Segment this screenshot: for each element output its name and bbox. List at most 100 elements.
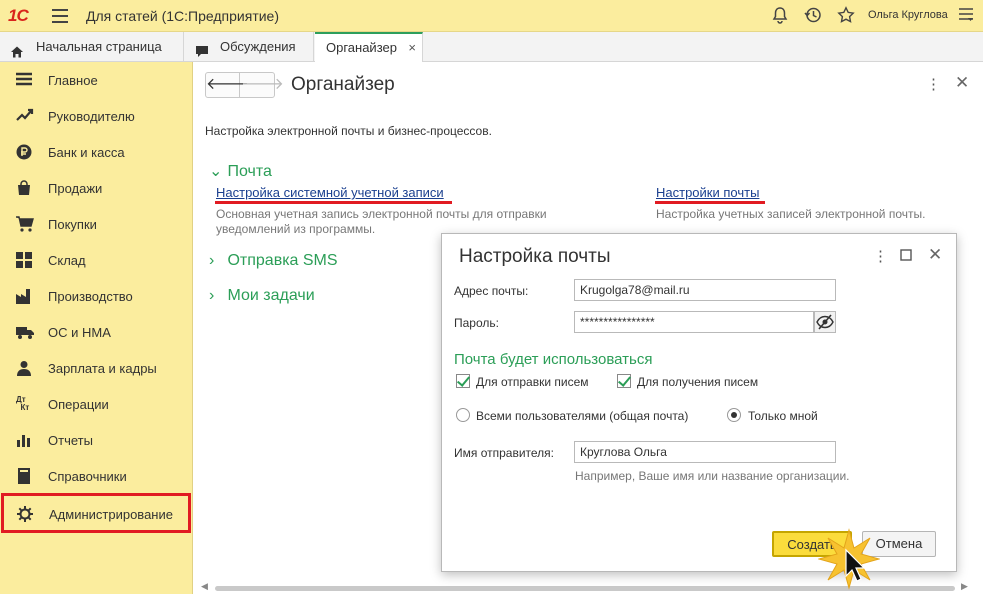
- maximize-icon[interactable]: [900, 248, 912, 265]
- scroll-left-icon[interactable]: ◀: [201, 581, 208, 592]
- sidebar-item-label: Администрирование: [49, 507, 173, 522]
- tab-label: Начальная страница: [36, 39, 162, 54]
- sidebar-item-warehouse[interactable]: Склад: [0, 243, 193, 277]
- password-field[interactable]: [574, 311, 814, 333]
- chevron-right-icon: ›: [209, 252, 215, 269]
- main-menu-icon[interactable]: [52, 9, 68, 23]
- gear-icon: [17, 506, 35, 522]
- more-icon[interactable]: ⋮: [926, 75, 941, 93]
- send-label: Для отправки писем: [476, 375, 589, 389]
- sender-name-field[interactable]: [574, 441, 836, 463]
- sidebar-item-label: Операции: [48, 397, 109, 412]
- send-checkbox[interactable]: [456, 374, 470, 388]
- link-system-account[interactable]: Настройка системной учетной записи: [216, 185, 444, 200]
- all-users-radio[interactable]: [456, 408, 470, 422]
- logo-1c: 1С: [8, 6, 29, 25]
- group-sms[interactable]: › Отправка SMS: [209, 252, 338, 270]
- click-highlight-icon: [818, 528, 880, 590]
- person-icon: [16, 360, 34, 376]
- sender-hint: Например, Ваше имя или название организа…: [575, 469, 850, 483]
- star-icon[interactable]: [836, 6, 856, 26]
- group-tasks[interactable]: › Мои задачи: [209, 287, 315, 305]
- sidebar-item-label: Банк и касса: [48, 145, 125, 160]
- email-label: Адрес почты:: [454, 284, 529, 298]
- bar-chart-icon: [16, 432, 34, 448]
- bag-icon: [16, 180, 34, 196]
- sidebar-item-label: Главное: [48, 73, 98, 88]
- receive-label: Для получения писем: [637, 375, 759, 389]
- grid-icon: [16, 252, 34, 268]
- forward-arrow-icon[interactable]: 🡒: [241, 73, 284, 97]
- tab-home[interactable]: Начальная страница: [0, 32, 184, 62]
- password-label: Пароль:: [454, 316, 499, 330]
- sidebar-item-production[interactable]: Производство: [0, 279, 193, 313]
- only-me-radio[interactable]: [727, 408, 741, 422]
- sidebar-item-main[interactable]: Главное: [0, 63, 193, 97]
- sidebar-item-label: Зарплата и кадры: [48, 361, 157, 376]
- nav-buttons: 🡐 🡒: [205, 72, 284, 98]
- tab-bar: Начальная страница Обсуждения Органайзер…: [0, 32, 983, 63]
- sidebar-item-label: Отчеты: [48, 433, 93, 448]
- all-users-label: Всеми пользователями (общая почта): [476, 409, 689, 423]
- close-icon[interactable]: ×: [408, 34, 416, 61]
- sidebar-item-label: Склад: [48, 253, 86, 268]
- cart-icon: [16, 216, 34, 232]
- chevron-down-icon: ⌄: [209, 163, 223, 180]
- sidebar-item-operations[interactable]: Дт Кт Операции: [0, 387, 193, 421]
- truck-icon: [16, 324, 34, 340]
- red-underline: [655, 201, 765, 204]
- ruble-icon: [16, 144, 34, 160]
- scroll-right-icon[interactable]: ▶: [961, 581, 968, 592]
- list-icon: [16, 72, 34, 88]
- settings-menu-icon[interactable]: [956, 6, 976, 26]
- more-icon[interactable]: ⋮: [873, 247, 888, 265]
- history-icon[interactable]: [803, 6, 823, 26]
- tab-label: Органайзер: [326, 40, 397, 55]
- group-label: Отправка SMS: [227, 252, 338, 269]
- tab-organizer[interactable]: Органайзер ×: [315, 32, 423, 63]
- tab-label: Обсуждения: [220, 39, 296, 54]
- group-label: Мои задачи: [227, 287, 315, 304]
- back-arrow-icon[interactable]: 🡐: [206, 73, 249, 97]
- usage-section-title: Почта будет использоваться: [454, 351, 653, 368]
- receive-checkbox[interactable]: [617, 374, 631, 388]
- link-mail-settings[interactable]: Настройки почты: [656, 185, 759, 200]
- page-title: Органайзер: [291, 74, 395, 95]
- dialog-title: Настройка почты: [459, 246, 611, 267]
- red-underline: [215, 201, 452, 204]
- title-bar: 1С Для статей (1С:Предприятие) Ольга Кру…: [0, 0, 983, 32]
- sidebar-item-reports[interactable]: Отчеты: [0, 423, 193, 457]
- chevron-right-icon: ›: [209, 287, 215, 304]
- user-name[interactable]: Ольга Круглова: [868, 9, 948, 21]
- group-mail[interactable]: ⌄ Почта: [209, 161, 272, 181]
- sidebar-item-assets[interactable]: ОС и НМА: [0, 315, 193, 349]
- bell-icon[interactable]: [770, 6, 790, 26]
- sidebar-item-label: Производство: [48, 289, 133, 304]
- app-title: Для статей (1С:Предприятие): [86, 8, 279, 24]
- sidebar-item-label: Продажи: [48, 181, 103, 196]
- sidebar-item-manager[interactable]: Руководителю: [0, 99, 193, 133]
- show-password-button[interactable]: [814, 311, 836, 333]
- factory-icon: [16, 288, 34, 304]
- eye-slash-icon: [816, 314, 834, 330]
- close-icon[interactable]: ✕: [955, 73, 969, 93]
- sidebar-item-directories[interactable]: Справочники: [0, 459, 193, 493]
- close-icon[interactable]: ✕: [928, 245, 942, 265]
- home-icon: [10, 40, 24, 58]
- sidebar-item-administration[interactable]: Администрирование: [1, 493, 191, 533]
- sidebar-item-sales[interactable]: Продажи: [0, 171, 193, 205]
- email-field[interactable]: [574, 279, 836, 301]
- sidebar-item-label: Справочники: [48, 469, 127, 484]
- sidebar-item-bank[interactable]: Банк и касса: [0, 135, 193, 169]
- book-icon: [16, 468, 34, 484]
- sidebar-item-label: Покупки: [48, 217, 97, 232]
- dt-kt-icon: Дт Кт: [16, 395, 30, 412]
- tab-discussions[interactable]: Обсуждения: [184, 32, 314, 62]
- mail-settings-dialog: Настройка почты ⋮ ✕ Адрес почты: Пароль:…: [441, 233, 957, 572]
- sidebar-item-salary[interactable]: Зарплата и кадры: [0, 351, 193, 385]
- sidebar: Главное Руководителю Банк и касса Продаж…: [0, 62, 193, 594]
- trend-icon: [16, 108, 34, 124]
- sidebar-item-purchases[interactable]: Покупки: [0, 207, 193, 241]
- only-me-label: Только мной: [748, 409, 818, 423]
- mail-settings-desc: Настройка учетных записей электронной по…: [656, 207, 926, 221]
